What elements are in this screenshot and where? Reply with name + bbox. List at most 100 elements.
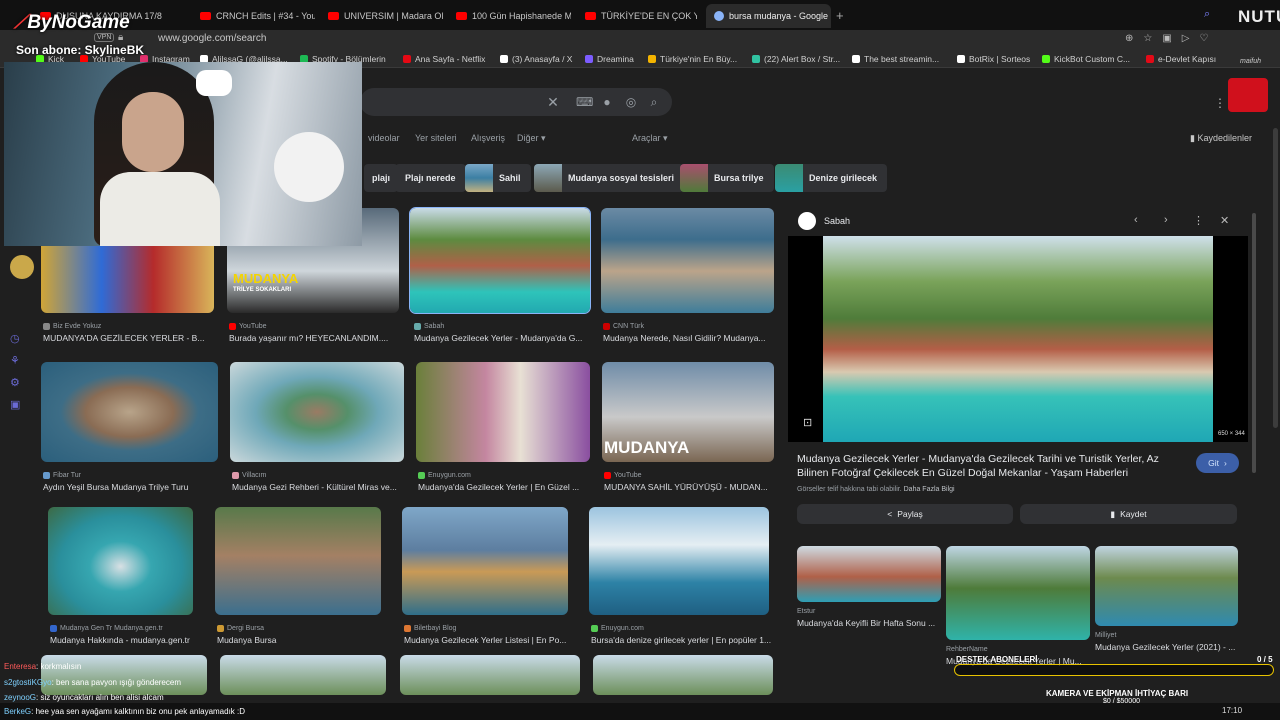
tab-bar: DUSUNA KAYDIRMA 17/8 CRNCH Edits | #34 -… — [0, 0, 1280, 30]
result-thumbnail[interactable] — [416, 362, 590, 462]
related-title[interactable]: Mudanya Gezilecek Yerler (2021) - ... — [1095, 642, 1238, 652]
related-source: Milliyet — [1095, 632, 1117, 639]
preview-image[interactable] — [823, 236, 1213, 442]
save-button[interactable]: ▮ Kaydet — [1020, 504, 1237, 524]
toolbar-icons[interactable]: ⊕☆▣▷♡ — [1125, 33, 1218, 44]
panel-source[interactable]: Sabah — [824, 216, 850, 226]
result-thumbnail[interactable] — [601, 208, 774, 313]
result-thumbnail[interactable]: MUDANYA — [602, 362, 774, 462]
result-thumbnail[interactable] — [230, 362, 404, 462]
result-title[interactable]: Mudanya Nerede, Nasıl Gidilir? Mudanya..… — [603, 333, 784, 343]
clear-icon[interactable]: ✕ — [546, 95, 560, 109]
chip-plaji-nerede[interactable]: Plajı nerede — [395, 164, 466, 192]
result-title[interactable]: MUDANYA'DA GEZİLECEK YERLER - B... — [43, 333, 224, 343]
share-button[interactable]: < Paylaş — [797, 504, 1013, 524]
chip-sahil[interactable]: Sahil — [465, 164, 531, 192]
tab-2[interactable]: UNIVERSIM | Madara Old — [328, 6, 443, 26]
bookmark-item[interactable]: (3) Anasayfa / X — [500, 54, 572, 64]
next-icon[interactable]: › — [1164, 214, 1168, 226]
bookmark-favicon-icon — [403, 55, 411, 63]
result-thumbnail[interactable] — [41, 362, 218, 462]
search-icon[interactable]: ⌕ — [647, 95, 661, 109]
source-favicon-icon — [418, 472, 425, 479]
chip-plaji[interactable]: plajı — [364, 164, 399, 192]
tab-3[interactable]: 100 Gün Hapishanede Ma — [456, 6, 571, 26]
prev-icon[interactable]: ‹ — [1134, 214, 1138, 226]
bookmark-favicon-icon — [585, 55, 593, 63]
related-title[interactable]: Mudanya'da Keyifli Bir Hafta Sonu ... — [797, 618, 941, 628]
bookmark-item[interactable]: Ana Sayfa - Netflix — [403, 54, 485, 64]
result-thumbnail[interactable] — [400, 655, 580, 695]
copyright-note: Görseller telif hakkına tabi olabilir. D… — [797, 486, 955, 493]
tab-videos[interactable]: videolar — [368, 133, 400, 143]
result-thumbnail[interactable] — [409, 207, 591, 314]
bookmark-item[interactable]: KickBot Custom C... — [1042, 54, 1130, 64]
chip-bursa-trilye[interactable]: Bursa trilye — [680, 164, 774, 192]
page-scrollbar[interactable] — [1273, 128, 1278, 428]
search-tabs-icon[interactable]: ⌕ — [1204, 8, 1210, 21]
result-title[interactable]: Aydın Yeşil Bursa Mudanya Trilye Turu — [43, 482, 228, 492]
more-info-link[interactable]: Daha Fazla Bilgi — [904, 486, 955, 493]
result-source: Biletbayi Blog — [404, 625, 456, 632]
bookmark-item[interactable]: BotRix | Sorteos — [957, 54, 1030, 64]
result-title[interactable]: Burada yaşanır mı? HEYECANLANDIM.... — [229, 333, 409, 343]
lens-search-icon[interactable]: ⊡ — [803, 416, 812, 429]
result-title[interactable]: Mudanya Gezilecek Yerler Listesi | En Po… — [404, 635, 578, 645]
result-title[interactable]: Mudanya'da Gezilecek Yerler | En Güzel .… — [418, 482, 600, 492]
search-box[interactable]: ✕ ⌨ ● ◎ ⌕ — [360, 88, 672, 116]
chip-sosyal-tesisleri[interactable]: Mudanya sosyal tesisleri — [534, 164, 685, 192]
bookmark-icon: ▮ — [1110, 508, 1116, 519]
panel-scrollbar[interactable] — [1252, 213, 1256, 473]
result-title[interactable]: Bursa'da denize girilecek yerler | En po… — [591, 635, 779, 645]
bookmark-item[interactable]: (22) Alert Box / Str... — [752, 54, 840, 64]
url-field[interactable]: www.google.com/search — [158, 33, 266, 44]
chip-denize-girilecek[interactable]: Denize girilecek — [775, 164, 888, 192]
bookmark-item[interactable]: Türkiye'nin En Büy... — [648, 54, 737, 64]
related-thumbnail[interactable] — [797, 546, 941, 602]
saved-button[interactable]: ▮ Kaydedilenler — [1190, 133, 1252, 144]
result-title[interactable]: Mudanya Gezilecek Yerler - Mudanya'da G.… — [414, 333, 602, 343]
result-source: Biz Evde Yokuz — [43, 323, 101, 330]
result-title[interactable]: MUDANYA SAHİL YÜRÜYÜŞÜ - MUDAN... — [604, 482, 784, 492]
play-icon[interactable] — [10, 255, 34, 279]
result-source: YouTube — [229, 323, 267, 330]
close-icon[interactable]: ✕ — [1220, 214, 1229, 227]
image-size: 650 × 344 — [1218, 431, 1245, 437]
result-thumbnail[interactable] — [593, 655, 773, 695]
result-thumbnail[interactable] — [402, 507, 568, 615]
tools-button[interactable]: Araçlar ▾ — [632, 133, 668, 144]
bookmark-item[interactable]: The best streamin... — [852, 54, 939, 64]
vpn-badge[interactable]: VPN — [94, 33, 115, 42]
lens-icon[interactable]: ◎ — [624, 95, 638, 109]
panel-title[interactable]: Mudanya Gezilecek Yerler - Mudanya'da Ge… — [797, 452, 1177, 480]
related-thumbnail[interactable] — [1095, 546, 1238, 626]
sidebar-icons[interactable]: ◷ ⚘ ⚙ ▣ — [10, 328, 20, 416]
tab-4[interactable]: TÜRKİYE'DE EN ÇOK YE — [585, 6, 697, 26]
plus-icon[interactable]: + — [836, 8, 844, 23]
chat-line: BerkeG: hee yaa sen ayağamı kalktının bi… — [4, 707, 246, 716]
bookmark-item[interactable]: e-Devlet Kapısı — [1146, 54, 1216, 64]
result-title[interactable]: Mudanya Gezi Rehberi - Kültürel Miras ve… — [232, 482, 414, 492]
chat-line: zeynooG: siz oyuncakları alın ben alisi … — [4, 693, 164, 702]
result-thumbnail[interactable] — [589, 507, 769, 615]
mic-icon[interactable]: ● — [600, 95, 614, 109]
result-title[interactable]: Mudanya Hakkında - mudanya.gen.tr — [50, 635, 203, 645]
bookmark-item[interactable]: Dreamina — [585, 54, 634, 64]
keyboard-icon[interactable]: ⌨ — [576, 95, 593, 109]
tab-1[interactable]: CRNCH Edits | #34 - You — [200, 6, 315, 26]
visit-button[interactable]: Git › — [1196, 453, 1239, 473]
result-thumbnail[interactable] — [215, 507, 381, 615]
tab-more[interactable]: Diğer ▾ — [517, 133, 546, 144]
support-subs-count: 0 / 5 — [1257, 655, 1273, 664]
bookmark-favicon-icon — [752, 55, 760, 63]
chip-thumb — [534, 164, 562, 192]
result-thumbnail[interactable] — [48, 507, 193, 615]
last-subscriber-label: Son abone: SkylineBK — [16, 43, 145, 57]
tab-places[interactable]: Yer siteleri — [415, 133, 457, 143]
tab-active[interactable]: bursa mudanya - Google — [706, 4, 831, 28]
tab-shopping[interactable]: Alışveriş — [471, 133, 505, 143]
image-preview-panel: Sabah ‹ › ⋮ ✕ 650 × 344 ⊡ Mudanya Gezile… — [788, 208, 1250, 720]
more-icon[interactable]: ⋮ — [1193, 214, 1204, 227]
related-thumbnail[interactable] — [946, 546, 1090, 640]
result-title[interactable]: Mudanya Bursa — [217, 635, 391, 645]
